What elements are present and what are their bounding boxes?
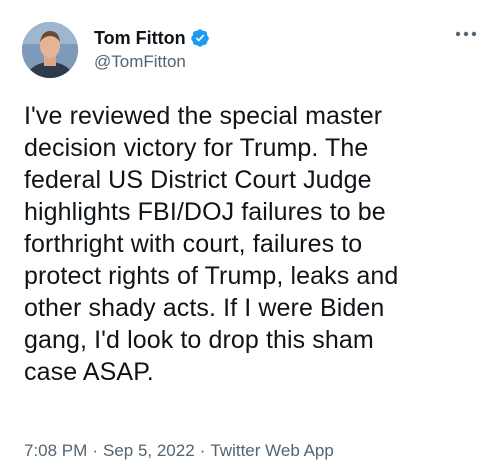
author-display-name[interactable]: Tom Fitton bbox=[94, 27, 186, 49]
tweet-metadata: 7:08 PM · Sep 5, 2022 · Twitter Web App bbox=[24, 440, 334, 462]
avatar[interactable] bbox=[22, 22, 78, 78]
tweet-date[interactable]: Sep 5, 2022 bbox=[103, 441, 195, 460]
meta-separator: · bbox=[199, 441, 206, 460]
meta-separator: · bbox=[92, 441, 98, 460]
tweet-card: Tom Fitton @TomFitton I've reviewed the … bbox=[0, 0, 500, 472]
author-handle[interactable]: @TomFitton bbox=[94, 52, 186, 72]
author-name-row[interactable]: Tom Fitton bbox=[94, 26, 210, 50]
verified-badge-icon bbox=[190, 28, 210, 48]
tweet-text: I've reviewed the special master decisio… bbox=[24, 102, 399, 386]
more-options-icon[interactable] bbox=[452, 24, 480, 44]
tweet-time[interactable]: 7:08 PM bbox=[24, 441, 87, 460]
tweet-source[interactable]: Twitter Web App bbox=[210, 441, 333, 460]
